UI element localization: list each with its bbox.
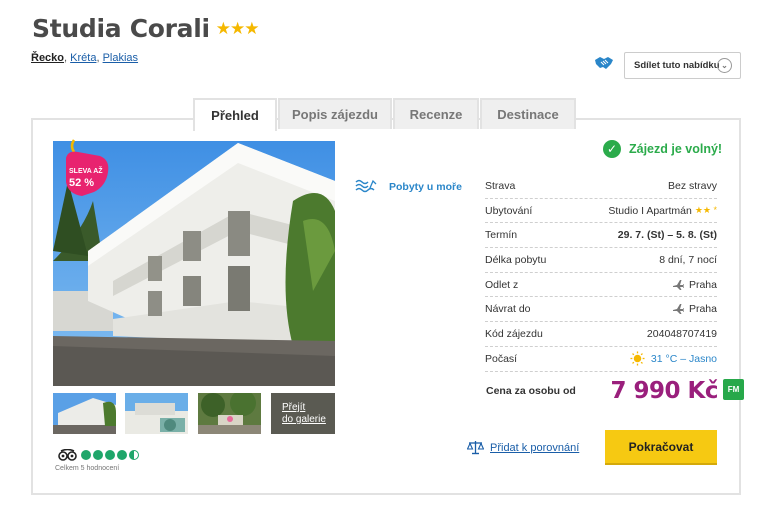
discount-line1: SLEVA AŽ [69, 166, 103, 175]
price-row: Cena za osobu od 7 990 Kč [486, 378, 718, 404]
first-minute-badge: FM [723, 379, 744, 400]
breadcrumb-country[interactable]: Řecko [31, 52, 64, 64]
sun-icon [630, 351, 645, 366]
rating-count: Celkem 5 hodnocení [55, 465, 120, 472]
fact-row-date: Termín 29. 7. (St) – 5. 8. (St) [485, 223, 717, 249]
fact-row-board: Strava Bez stravy [485, 174, 717, 199]
rating-dot-full [81, 450, 91, 460]
handshake-icon[interactable] [594, 55, 614, 71]
tab-destination[interactable]: Destinace [480, 98, 576, 129]
rating-dot-full [105, 450, 115, 460]
tripadvisor-rating[interactable] [58, 449, 141, 461]
fact-row-duration: Délka pobytu 8 dní, 7 nocí [485, 248, 717, 273]
tab-bar: Přehled Popis zájezdu Recenze Destinace [193, 98, 577, 131]
tab-overview[interactable]: Přehled [193, 98, 277, 131]
discount-badge: SLEVA AŽ 52 % [64, 138, 112, 200]
share-offer-button[interactable]: Sdílet tuto nabídku ⌄ [624, 52, 741, 79]
check-circle-icon: ✓ [603, 140, 621, 158]
trip-facts: Strava Bez stravy Ubytování Studio I Apa… [485, 174, 717, 372]
thumbnail-3[interactable] [198, 393, 261, 434]
accommodation-stars: ★★ * [694, 205, 717, 216]
continue-button[interactable]: Pokračovat [605, 430, 717, 465]
share-label: Sdílet tuto nabídku [634, 60, 720, 71]
chevron-down-icon: ⌄ [717, 58, 732, 73]
discount-line2: 52 % [69, 177, 94, 189]
tripadvisor-owl-icon [58, 449, 77, 461]
thumbnail-2[interactable] [125, 393, 188, 434]
beach-icon [355, 179, 377, 193]
breadcrumb-city[interactable]: Plakias [103, 52, 138, 64]
tab-description[interactable]: Popis zájezdu [278, 98, 392, 129]
fact-row-weather: Počasí 31 °C – Jasno [485, 347, 717, 372]
price-value: 7 990 Kč [610, 378, 719, 404]
hotel-title-row: Studia Corali ★★★ [32, 14, 259, 43]
breadcrumb-region[interactable]: Kréta [70, 52, 96, 64]
fact-row-return: Návrat do Praha [485, 297, 717, 323]
plane-icon [672, 304, 684, 315]
tab-reviews[interactable]: Recenze [393, 98, 479, 129]
fact-row-code: Kód zájezdu 204048707419 [485, 322, 717, 347]
fact-row-accommodation: Ubytování Studio I Apartmán ★★ * [485, 199, 717, 224]
breadcrumb: Řecko, Kréta, Plakias [31, 52, 139, 64]
hotel-stars: ★★★ [215, 18, 260, 38]
thumbnail-1[interactable] [53, 393, 116, 434]
price-label: Cena za osobu od [486, 385, 576, 397]
plane-icon [672, 279, 684, 290]
scale-icon [467, 441, 484, 455]
availability-status: ✓ Zájezd je volný! [603, 140, 722, 158]
add-to-compare-link[interactable]: Přidat k porovnání [467, 440, 579, 455]
availability-text: Zájezd je volný! [629, 142, 723, 156]
trip-type-label: Pobyty u moře [389, 181, 462, 193]
rating-dot-full [117, 450, 127, 460]
rating-dot-half [129, 450, 139, 460]
rating-dot-full [93, 450, 103, 460]
fact-row-departure: Odlet z Praha [485, 273, 717, 298]
hotel-name: Studia Corali [32, 14, 210, 43]
gallery-link[interactable]: Přejít do galerie [271, 393, 335, 434]
